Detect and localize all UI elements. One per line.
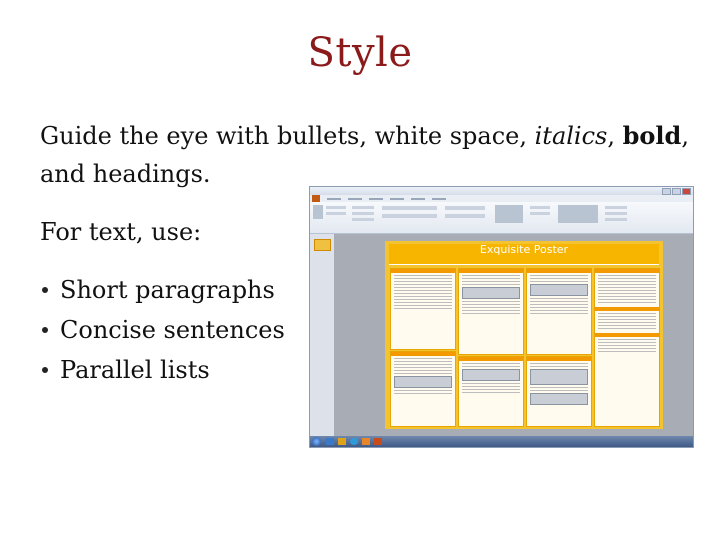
- bullet-item: Concise sentences: [40, 310, 285, 350]
- intro-text-start: Guide the eye with bullets, white space,: [40, 122, 535, 150]
- intro-separator: ,: [607, 122, 623, 150]
- bullet-dot-icon: [42, 287, 48, 293]
- folder-icon: [338, 438, 346, 445]
- screenshot-ribbon-tabs: [310, 195, 693, 202]
- poster: Exquisite Poster: [385, 241, 663, 429]
- bullet-item: Parallel lists: [40, 350, 285, 390]
- maximize-icon: [672, 188, 681, 195]
- system-tray: [672, 438, 690, 445]
- windows-explorer-icon: [326, 438, 334, 445]
- powerpoint-screenshot: Exquisite Poster: [309, 186, 694, 448]
- bullet-text: Concise sentences: [60, 316, 285, 344]
- bullet-text: Parallel lists: [60, 356, 210, 384]
- for-text-heading: For text, use:: [40, 218, 202, 246]
- minimize-icon: [662, 188, 671, 195]
- screenshot-body: Exquisite Poster: [310, 234, 693, 436]
- screenshot-taskbar: [310, 436, 693, 447]
- close-icon: [682, 188, 691, 195]
- slide-title: Style: [307, 30, 413, 76]
- bullet-list: Short paragraphs Concise sentences Paral…: [40, 270, 285, 390]
- poster-card: [594, 268, 660, 427]
- slide-editing-area: Exquisite Poster: [334, 234, 693, 436]
- file-tab: [312, 195, 320, 202]
- bullet-item: Short paragraphs: [40, 270, 285, 310]
- poster-card: [526, 268, 592, 355]
- poster-card: [390, 351, 456, 427]
- poster-title: Exquisite Poster: [479, 243, 569, 256]
- media-player-icon: [362, 438, 370, 445]
- poster-subtitle: [389, 256, 659, 262]
- screenshot-title-bar: [310, 187, 693, 195]
- intro-paragraph: Guide the eye with bullets, white space,…: [40, 117, 700, 193]
- poster-card: [458, 268, 524, 355]
- internet-explorer-icon: [350, 438, 358, 445]
- slide-thumbnail: [314, 239, 331, 251]
- poster-card: [390, 268, 456, 350]
- poster-header: Exquisite Poster: [389, 244, 659, 265]
- bullet-text: Short paragraphs: [60, 276, 275, 304]
- slide-thumbnails-pane: [310, 234, 335, 436]
- poster-card: [458, 356, 524, 427]
- window-controls: [662, 188, 691, 195]
- bold-word: bold: [622, 121, 682, 150]
- italics-word: italics: [534, 122, 608, 150]
- powerpoint-icon: [374, 438, 382, 445]
- start-orb-icon: [312, 437, 321, 446]
- screenshot-ribbon: [310, 202, 693, 234]
- bullet-dot-icon: [42, 327, 48, 333]
- bullet-dot-icon: [42, 367, 48, 373]
- poster-card: [526, 356, 592, 427]
